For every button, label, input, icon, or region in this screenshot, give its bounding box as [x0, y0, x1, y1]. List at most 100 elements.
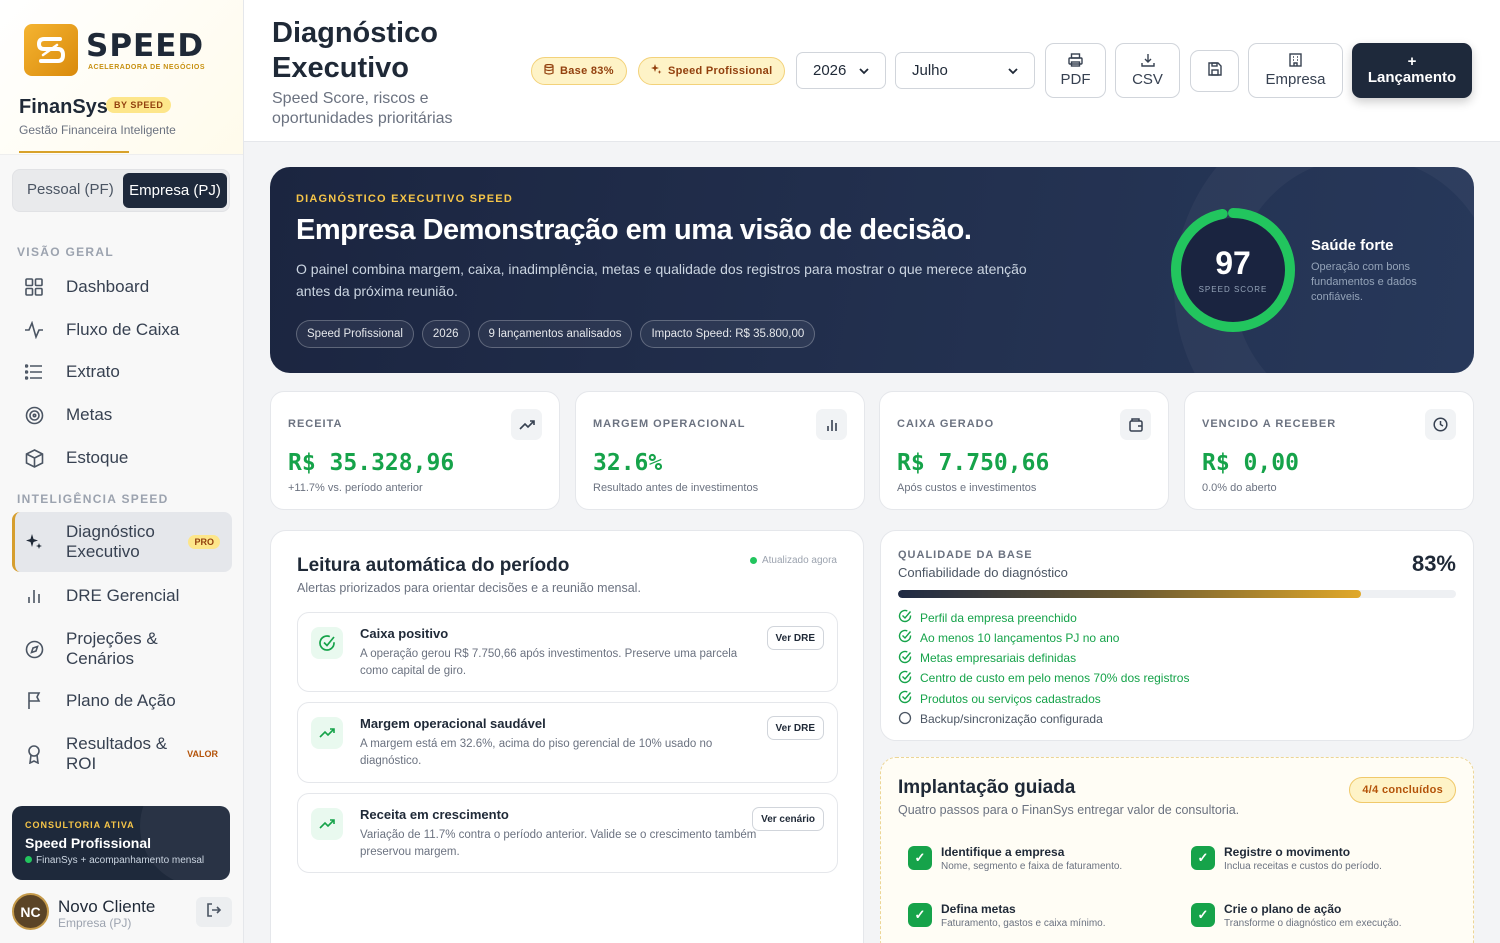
check-circle-icon	[898, 650, 920, 667]
step-title: Identifique a empresa	[941, 845, 1065, 859]
checklist-item-text: Produtos ou serviços cadastrados	[920, 691, 1101, 706]
chevron-down-icon	[1008, 62, 1018, 79]
save-button[interactable]	[1190, 50, 1239, 92]
sidebar-item-diagnostico-executivo[interactable]: Diagnóstico Executivo PRO	[12, 512, 232, 572]
segment-pf[interactable]: Pessoal (PF)	[27, 181, 114, 198]
speed-score-gauge: 97 SPEED SCORE	[1168, 205, 1298, 335]
alert-title: Receita em crescimento	[360, 807, 509, 822]
hero-tag: DIAGNÓSTICO EXECUTIVO SPEED	[296, 193, 513, 205]
status-dot	[749, 557, 757, 564]
step-description: Transforme o diagnóstico em execução.	[1224, 918, 1402, 929]
sidebar-item-label: Projeções & Cenários	[66, 629, 158, 668]
sidebar-item-plano-de-acao[interactable]: Plano de Ação	[12, 686, 232, 716]
hero-title: Empresa Demonstração em uma visão de dec…	[296, 214, 972, 246]
kpi-value: R$ 35.328,96	[288, 450, 455, 476]
sidebar-item-projecoes[interactable]: Projeções & Cenários	[12, 627, 232, 671]
checklist-item: Produtos ou serviços cadastrados	[898, 690, 1101, 707]
sidebar-item-dre-gerencial[interactable]: DRE Gerencial	[12, 581, 232, 611]
sparkles-icon	[22, 530, 46, 554]
user-profile[interactable]: NC Novo Cliente Empresa (PJ)	[12, 893, 232, 933]
step-title: Crie o plano de ação	[1224, 902, 1342, 916]
pf-pj-toggle: Pessoal (PF) Empresa (PJ)	[12, 169, 230, 212]
reading-subtitle: Alertas priorizados para orientar decisõ…	[297, 581, 641, 595]
database-icon	[544, 63, 554, 78]
step-title: Registre o movimento	[1224, 845, 1351, 859]
sidebar-item-extrato[interactable]: Extrato	[12, 357, 232, 387]
trending-up-icon	[511, 409, 542, 440]
pulse-icon	[22, 318, 46, 342]
check-circle-icon	[898, 609, 920, 626]
month-value: Julho	[912, 62, 948, 79]
sidebar-item-label: Fluxo de Caixa	[66, 320, 180, 339]
sidebar-item-fluxo-de-caixa[interactable]: Fluxo de Caixa	[12, 315, 232, 345]
kpi-card-receita: RECEITA R$ 35.328,96 +11.7% vs. período …	[270, 391, 560, 510]
alert-card: Margem operacional saudável A margem est…	[297, 702, 838, 783]
base-pill-text: Base 83%	[560, 65, 614, 77]
logo-subtitle: ACELERADORA DE NEGÓCIOS	[88, 64, 206, 71]
alert-description: Variação de 11.7% contra o período anter…	[360, 829, 757, 858]
sidebar-item-estoque[interactable]: Estoque	[12, 443, 232, 473]
logout-button[interactable]	[196, 897, 232, 927]
app-name: FinanSys	[19, 96, 108, 118]
new-entry-label: Lançamento	[1367, 69, 1457, 86]
empresa-label: Empresa	[1265, 71, 1326, 88]
updated-text: Atualizado agora	[761, 555, 837, 566]
pdf-button[interactable]: PDF	[1045, 43, 1106, 98]
checkmark-icon: ✓	[908, 903, 932, 927]
health-title: Saúde forte	[1311, 237, 1394, 254]
sidebar-item-label: Plano de Ação	[66, 691, 176, 710]
consulting-detail: FinanSys + acompanhamento mensal	[25, 855, 204, 866]
sidebar-item-label: Diagnóstico Executivo	[66, 522, 155, 561]
checkmark-icon: ✓	[908, 846, 932, 870]
sidebar-item-metas[interactable]: Metas	[12, 400, 232, 430]
empresa-button[interactable]: Empresa	[1248, 43, 1343, 98]
consulting-detail-text: FinanSys + acompanhamento mensal	[36, 855, 205, 866]
month-select[interactable]: Julho	[895, 52, 1035, 89]
sidebar-item-dashboard[interactable]: Dashboard	[12, 272, 232, 302]
ver-dre-button[interactable]: Ver DRE	[766, 716, 824, 740]
checklist-item-text: Ao menos 10 lançamentos PJ no ano	[920, 630, 1120, 645]
health-description: Operação com bons fundamentos e dados co…	[1311, 261, 1417, 303]
hero-chip: 9 lançamentos analisados	[477, 320, 633, 348]
segment-pj[interactable]: Empresa (PJ)	[123, 173, 227, 208]
bar-chart-icon	[816, 409, 847, 440]
implantation-title: Implantação guiada	[898, 777, 1076, 798]
box-icon	[22, 446, 46, 470]
year-select[interactable]: 2026	[796, 52, 886, 89]
implantation-subtitle: Quatro passos para o FinanSys entregar v…	[898, 803, 1240, 817]
alert-card: Caixa positivo A operação gerou R$ 7.750…	[297, 612, 838, 692]
status-dot	[25, 856, 32, 863]
sparkles-icon	[651, 64, 662, 78]
avatar: NC	[12, 893, 49, 930]
sidebar-item-label: Extrato	[66, 362, 120, 381]
checkmark-icon: ✓	[1191, 903, 1215, 927]
sidebar-item-label: Resultados & ROI	[66, 734, 168, 773]
ver-cenario-button[interactable]: Ver cenário	[752, 807, 824, 831]
alert-title: Margem operacional saudável	[360, 716, 546, 731]
sidebar-item-label: Metas	[66, 405, 113, 424]
check-circle-icon	[898, 670, 920, 687]
page-subtitle: Speed Score, riscos e oportunidades prio…	[272, 90, 453, 127]
kpi-label: VENCIDO A RECEBER	[1202, 418, 1337, 430]
csv-button[interactable]: CSV	[1115, 43, 1180, 98]
by-speed-badge: BY SPEED	[106, 97, 172, 113]
circle-icon	[898, 711, 920, 728]
score-label: SPEED SCORE	[1198, 285, 1268, 294]
hero-chip: 2026	[421, 320, 470, 348]
checklist-item-text: Centro de custo em pelo menos 70% dos re…	[920, 671, 1190, 686]
quality-progress-fill	[898, 590, 1362, 598]
checklist-item-text: Metas empresariais definidas	[920, 651, 1077, 666]
consulting-card[interactable]: CONSULTORIA ATIVA Speed Profissional Fin…	[12, 806, 230, 880]
sidebar-item-resultados-roi[interactable]: Resultados & ROI VALOR	[12, 732, 232, 776]
checklist-item: Ao menos 10 lançamentos PJ no ano	[898, 629, 1119, 646]
compass-icon	[22, 637, 46, 661]
kpi-subtext: +11.7% vs. período anterior	[288, 482, 423, 494]
plan-pill: Speed Profissional	[638, 57, 786, 85]
checklist-item: Centro de custo em pelo menos 70% dos re…	[898, 670, 1189, 687]
plus-icon: +	[1407, 53, 1417, 70]
ver-dre-button[interactable]: Ver DRE	[766, 626, 824, 650]
checklist-item-text: Backup/sincronização configurada	[920, 712, 1103, 726]
new-entry-button[interactable]: + Lançamento	[1352, 43, 1472, 98]
reading-title: Leitura automática do período	[297, 555, 570, 576]
trending-up-icon	[311, 717, 343, 749]
